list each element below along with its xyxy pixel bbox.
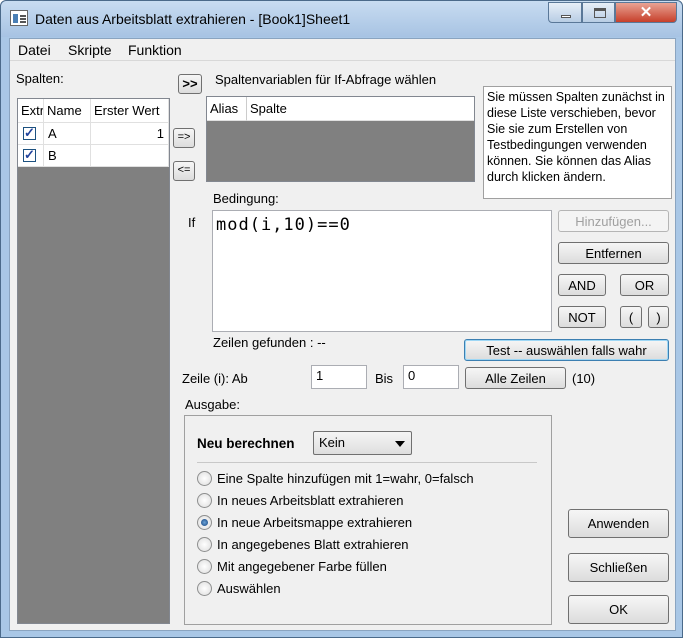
output-label: Ausgabe: bbox=[185, 397, 240, 412]
close-icon: ✕ bbox=[639, 4, 653, 21]
radio-fill-color[interactable] bbox=[197, 559, 212, 574]
row-from-input[interactable]: 1 bbox=[311, 365, 367, 389]
columns-label: Spalten: bbox=[16, 71, 64, 86]
menu-skripte[interactable]: Skripte bbox=[68, 42, 112, 58]
rows-found-text: Zeilen gefunden : -- bbox=[213, 335, 326, 350]
window-title: Daten aus Arbeitsblatt extrahieren - [Bo… bbox=[35, 11, 351, 27]
maximize-icon bbox=[594, 8, 606, 18]
test-button[interactable]: Test -- auswählen falls wahr bbox=[464, 339, 669, 361]
option-new-worksheet[interactable]: In neues Arbeitsblatt extrahieren bbox=[217, 493, 403, 508]
move-right-button[interactable]: => bbox=[173, 128, 195, 148]
col-header-first-value[interactable]: Erster Wert bbox=[91, 99, 169, 123]
all-rows-button[interactable]: Alle Zeilen bbox=[465, 367, 566, 389]
cell-first-value-b[interactable] bbox=[91, 145, 169, 167]
move-all-button[interactable]: >> bbox=[178, 74, 202, 94]
condition-label: Bedingung: bbox=[213, 191, 279, 206]
recalculate-select[interactable]: Kein bbox=[313, 431, 412, 455]
minimize-button[interactable] bbox=[548, 2, 582, 23]
checkmark-icon: ✓ bbox=[24, 125, 35, 140]
variables-grid[interactable]: Alias Spalte bbox=[206, 96, 475, 182]
not-button[interactable]: NOT bbox=[558, 306, 606, 328]
variables-label: Spaltenvariablen für If-Abfrage wählen bbox=[215, 72, 437, 87]
maximize-button[interactable] bbox=[582, 2, 615, 23]
extract-checkbox-b[interactable]: ✓ bbox=[23, 147, 36, 162]
chevron-down-icon bbox=[395, 441, 405, 447]
col-header-name[interactable]: Name bbox=[44, 99, 91, 123]
open-paren-button[interactable]: ( bbox=[620, 306, 642, 328]
close-button[interactable]: Schließen bbox=[568, 553, 669, 582]
ok-button[interactable]: OK bbox=[568, 595, 669, 624]
condition-editor[interactable]: mod(i,10)==0 bbox=[212, 210, 552, 332]
row-count-text: (10) bbox=[572, 371, 596, 386]
if-label: If bbox=[188, 215, 196, 230]
option-new-workbook[interactable]: In neue Arbeitsmappe extrahieren bbox=[217, 515, 412, 530]
recalculate-label: Neu berechnen bbox=[197, 436, 295, 451]
extract-checkbox-a[interactable]: ✓ bbox=[23, 125, 36, 140]
move-left-button[interactable]: <= bbox=[173, 161, 195, 181]
radio-add-column[interactable] bbox=[197, 471, 212, 486]
row-to-label: Bis bbox=[375, 371, 394, 386]
remove-button[interactable]: Entfernen bbox=[558, 242, 669, 264]
cell-name-b[interactable]: B bbox=[44, 145, 91, 167]
close-window-button[interactable]: ✕ bbox=[615, 2, 677, 23]
close-paren-button[interactable]: ) bbox=[648, 306, 669, 328]
option-specified-sheet[interactable]: In angegebenes Blatt extrahieren bbox=[217, 537, 409, 552]
columns-grid[interactable]: Extr Name Erster Wert ✓ A 1 ✓ B bbox=[17, 98, 170, 624]
radio-specified-sheet[interactable] bbox=[197, 537, 212, 552]
menu-datei[interactable]: Datei bbox=[18, 42, 51, 58]
menu-bar: Datei Skripte Funktion bbox=[10, 39, 675, 61]
info-box: Sie müssen Spalten zunächst in diese Lis… bbox=[483, 86, 672, 199]
option-fill-color[interactable]: Mit angegebener Farbe füllen bbox=[217, 559, 387, 574]
add-button[interactable]: Hinzufügen... bbox=[558, 210, 669, 232]
col-header-extr[interactable]: Extr bbox=[18, 99, 44, 123]
row-range-label: Zeile (i): Ab bbox=[182, 371, 248, 386]
apply-button[interactable]: Anwenden bbox=[568, 509, 669, 538]
dialog-window: Daten aus Arbeitsblatt extrahieren - [Bo… bbox=[0, 0, 683, 638]
col-header-alias[interactable]: Alias bbox=[207, 97, 247, 121]
radio-new-worksheet[interactable] bbox=[197, 493, 212, 508]
table-row[interactable]: ✓ bbox=[18, 145, 44, 167]
dialog-body: Datei Skripte Funktion Spalten: Extr Nam… bbox=[9, 38, 676, 631]
divider bbox=[197, 462, 537, 463]
checkmark-icon: ✓ bbox=[24, 147, 35, 162]
cell-first-value-a[interactable]: 1 bbox=[91, 123, 169, 145]
row-to-input[interactable]: 0 bbox=[403, 365, 459, 389]
radio-select[interactable] bbox=[197, 581, 212, 596]
option-add-column[interactable]: Eine Spalte hinzufügen mit 1=wahr, 0=fal… bbox=[217, 471, 474, 486]
recalculate-value: Kein bbox=[319, 435, 346, 450]
radio-new-workbook[interactable] bbox=[197, 515, 212, 530]
table-row[interactable]: ✓ bbox=[18, 123, 44, 145]
and-button[interactable]: AND bbox=[558, 274, 606, 296]
col-header-spalte[interactable]: Spalte bbox=[247, 97, 474, 121]
worksheet-icon bbox=[10, 10, 28, 26]
menu-funktion[interactable]: Funktion bbox=[128, 42, 182, 58]
cell-name-a[interactable]: A bbox=[44, 123, 91, 145]
option-select[interactable]: Auswählen bbox=[217, 581, 281, 596]
title-bar[interactable]: Daten aus Arbeitsblatt extrahieren - [Bo… bbox=[1, 1, 682, 37]
output-group: Neu berechnen Kein Eine Spalte hinzufüge… bbox=[184, 415, 552, 625]
or-button[interactable]: OR bbox=[620, 274, 669, 296]
minimize-icon bbox=[561, 15, 571, 18]
